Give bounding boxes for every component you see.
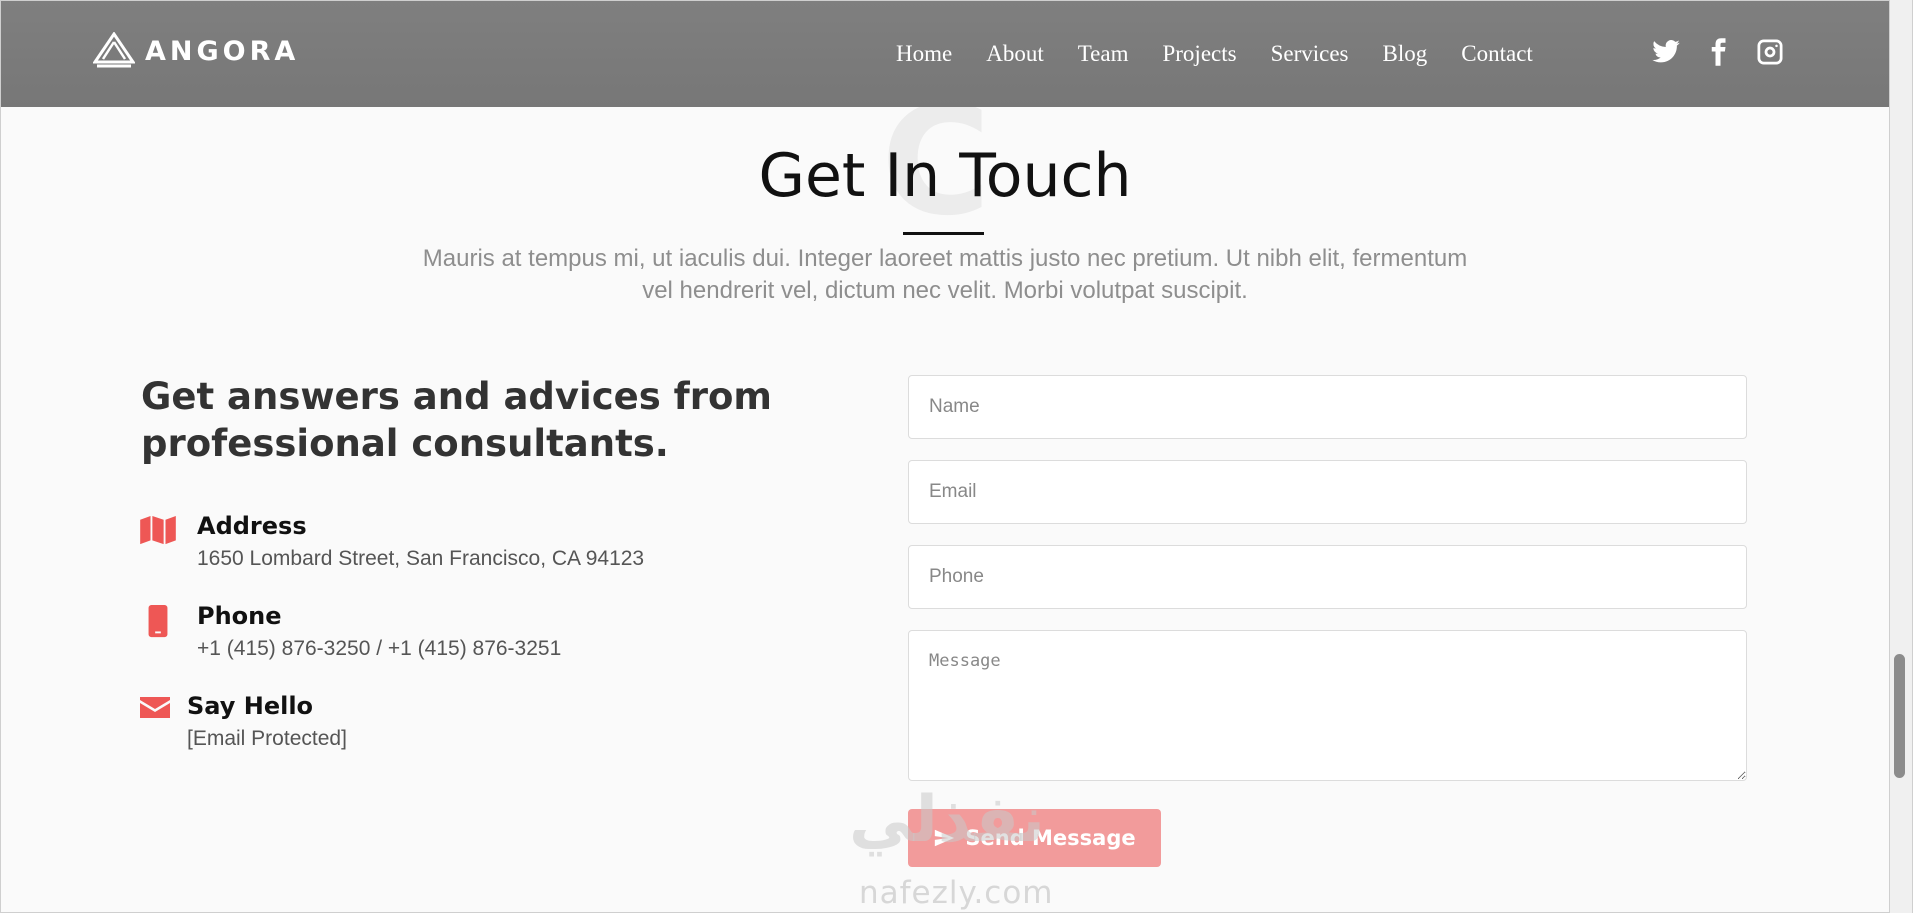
contact-lead: Get answers and advices from professiona… xyxy=(141,375,772,465)
email-block: Say Hello [Email Protected] xyxy=(139,691,347,753)
section-title: Get In Touch xyxy=(758,141,1132,211)
mobile-phone-icon xyxy=(139,605,179,641)
section-subtitle: Mauris at tempus mi, ut iaculis dui. Int… xyxy=(422,245,1468,304)
angora-logo-icon xyxy=(93,32,135,68)
facebook-icon[interactable] xyxy=(1703,37,1733,67)
nav-team[interactable]: Team xyxy=(1078,41,1129,67)
twitter-icon[interactable] xyxy=(1651,37,1681,67)
address-block: Address 1650 Lombard Street, San Francis… xyxy=(139,511,644,573)
brand-name: ANGORA xyxy=(145,35,300,67)
scrollbar-thumb[interactable] xyxy=(1894,654,1905,778)
email-title: Say Hello xyxy=(187,692,314,720)
email-input[interactable] xyxy=(908,460,1747,524)
nav-home[interactable]: Home xyxy=(896,41,952,67)
site-header: ANGORA Home About Team Projects Services… xyxy=(1,1,1889,107)
nav-blog[interactable]: Blog xyxy=(1383,41,1428,67)
phone-block: Phone +1 (415) 876-3250 / +1 (415) 876-3… xyxy=(139,601,561,663)
nav-about[interactable]: About xyxy=(986,41,1044,67)
email-text: [Email Protected] xyxy=(187,727,347,750)
social-links xyxy=(1651,37,1785,67)
map-icon xyxy=(139,515,179,551)
instagram-icon[interactable] xyxy=(1755,37,1785,67)
nav-projects[interactable]: Projects xyxy=(1162,41,1236,67)
main-nav: Home About Team Projects Services Blog C… xyxy=(896,41,1533,67)
nav-services[interactable]: Services xyxy=(1271,41,1349,67)
title-divider xyxy=(903,232,984,235)
page-scrollbar[interactable] xyxy=(1890,0,1912,913)
name-input[interactable] xyxy=(908,375,1747,439)
watermark-arabic: نفذلي xyxy=(849,783,1045,857)
phone-title: Phone xyxy=(197,602,282,630)
watermark-latin: nafezly.com xyxy=(859,875,1054,911)
brand-logo[interactable]: ANGORA xyxy=(93,32,299,70)
phone-input[interactable] xyxy=(908,545,1747,609)
address-text: 1650 Lombard Street, San Francisco, CA 9… xyxy=(197,547,645,570)
page: C ANGORA Home About Team Projects Servic… xyxy=(1,1,1889,912)
address-title: Address xyxy=(197,512,307,540)
envelope-icon xyxy=(139,695,173,731)
nav-contact[interactable]: Contact xyxy=(1461,41,1533,67)
message-textarea[interactable] xyxy=(908,630,1747,781)
phone-text: +1 (415) 876-3250 / +1 (415) 876-3251 xyxy=(197,637,562,660)
